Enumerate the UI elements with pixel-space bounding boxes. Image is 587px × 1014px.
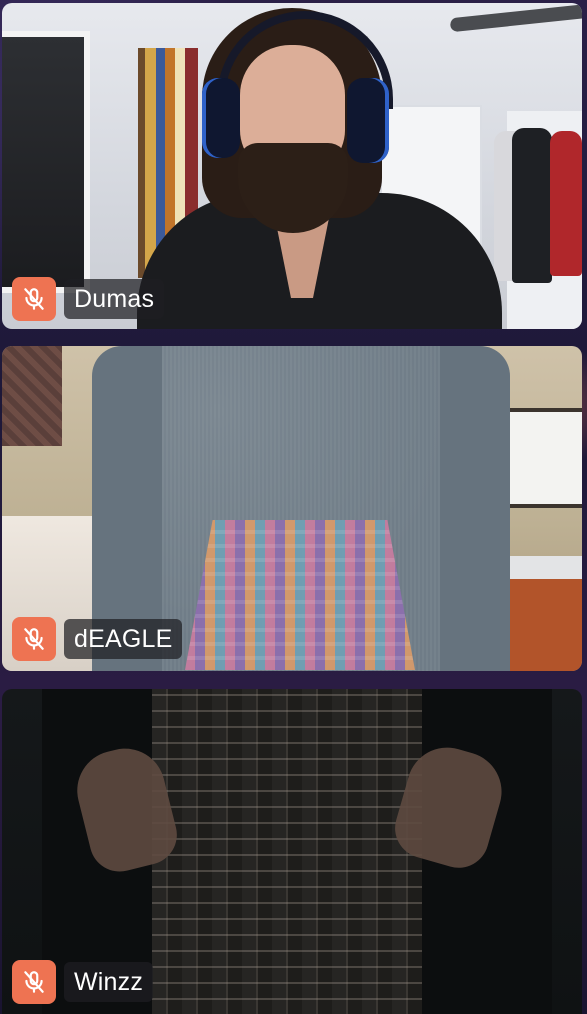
participant-name: Winzz <box>64 962 154 1002</box>
microphone-muted-icon[interactable] <box>12 960 56 1004</box>
participant-overlay: Winzz <box>12 960 154 1004</box>
video-tile-winzz[interactable]: Winzz <box>2 689 582 1014</box>
participant-overlay: Dumas <box>12 277 165 321</box>
participant-name: dEAGLE <box>64 619 183 659</box>
participant-overlay: dEAGLE <box>12 617 183 661</box>
microphone-muted-icon[interactable] <box>12 617 56 661</box>
participant-name: Dumas <box>64 279 165 319</box>
video-tile-deagle[interactable]: dEAGLE <box>2 346 582 671</box>
microphone-muted-icon[interactable] <box>12 277 56 321</box>
video-tile-dumas[interactable]: Dumas <box>2 3 582 329</box>
